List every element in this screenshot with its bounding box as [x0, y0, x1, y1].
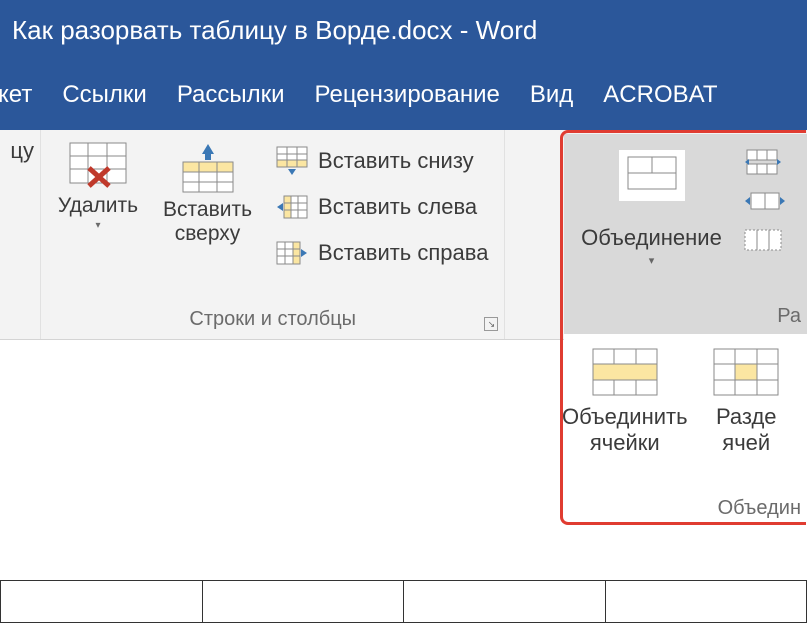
merge-group-label: Объедин: [718, 497, 801, 520]
dropdown-arrow-icon: ▾: [95, 220, 100, 231]
document-area: [0, 580, 807, 623]
dialog-launcher-icon[interactable]: ↘: [484, 317, 498, 331]
tab-review[interactable]: Рецензирование: [315, 81, 500, 109]
table-cell[interactable]: [605, 581, 807, 623]
merge-dropdown-menu: Объединить ячейки Разде ячей Объедин: [564, 334, 807, 524]
insert-below-button[interactable]: Вставить снизу: [272, 138, 492, 184]
table-row[interactable]: [1, 581, 807, 623]
table-insert-below-icon: [276, 146, 308, 176]
tab-acrobat[interactable]: ACROBAT: [603, 81, 717, 109]
delete-label: Удалить: [58, 194, 138, 218]
table-cell[interactable]: [1, 581, 203, 623]
table-cell[interactable]: [202, 581, 404, 623]
window-titlebar: Как разорвать таблицу в Ворде.docx - Wor…: [0, 0, 807, 60]
insert-left-label: Вставить слева: [318, 194, 477, 220]
rows-columns-group-label: Строки и столбцы: [41, 304, 504, 339]
delete-button[interactable]: Удалить ▾: [53, 138, 143, 235]
split-cells-button[interactable]: Разде ячей: [686, 334, 807, 524]
merge-cells-label: Объединить ячейки: [562, 404, 688, 457]
ribbon-tabs: кет Ссылки Рассылки Рецензирование Вид A…: [0, 60, 807, 130]
merge-split-dropdown[interactable]: Объединение ▾: [564, 134, 739, 267]
merge-cells-icon: [627, 156, 677, 190]
split-cells-large-icon: [713, 348, 779, 396]
table-insert-right-icon: [276, 238, 308, 268]
tab-layout[interactable]: кет: [0, 81, 32, 109]
distribute-icon[interactable]: [743, 226, 783, 254]
table-cell[interactable]: [404, 581, 606, 623]
merge-dropdown-panel: Объединение ▾ Ра: [564, 134, 807, 524]
insert-above-label: Вставить сверху: [163, 198, 252, 246]
document-table[interactable]: [0, 580, 807, 623]
window-title: Как разорвать таблицу в Ворде.docx - Wor…: [12, 15, 537, 46]
insert-above-button[interactable]: Вставить сверху: [159, 138, 256, 250]
dropdown-arrow-icon: ▾: [649, 254, 655, 267]
tab-mailings[interactable]: Рассылки: [177, 81, 285, 109]
table-insert-left-icon: [276, 192, 308, 222]
merge-cells-button[interactable]: Объединить ячейки: [564, 334, 686, 524]
merge-cells-large-icon: [592, 348, 658, 396]
merge-group-ribbon: Объединение ▾ Ра: [564, 134, 807, 334]
split-table-icon[interactable]: [743, 148, 783, 176]
table-delete-icon: [69, 142, 127, 190]
insert-below-label: Вставить снизу: [318, 148, 474, 174]
tab-view[interactable]: Вид: [530, 81, 573, 109]
truncated-label: цу: [10, 138, 34, 164]
size-group-label: Ра: [777, 305, 801, 328]
insert-left-button[interactable]: Вставить слева: [272, 184, 492, 230]
insert-right-button[interactable]: Вставить справа: [272, 230, 492, 276]
tab-references[interactable]: Ссылки: [62, 81, 147, 109]
table-insert-above-icon: [179, 142, 237, 194]
split-cells-label: Разде ячей: [716, 404, 777, 457]
truncated-button-left[interactable]: цу: [0, 130, 40, 164]
autofit-icon[interactable]: [743, 190, 787, 212]
merge-dropdown-label: Объединение: [581, 225, 722, 251]
insert-right-label: Вставить справа: [318, 240, 488, 266]
